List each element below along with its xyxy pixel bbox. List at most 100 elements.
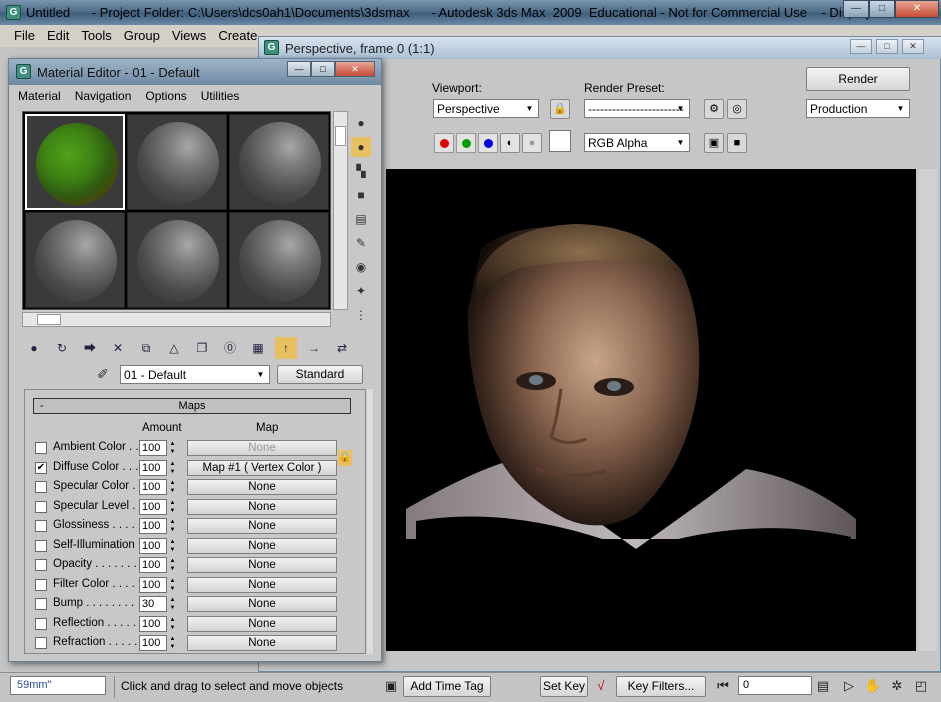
show-map-icon[interactable]: ⓪ — [219, 337, 241, 359]
display-toggle-icon[interactable]: ▣ — [704, 133, 724, 153]
menu-material[interactable]: Material — [11, 86, 68, 107]
put-to-scene-icon[interactable]: ↻ — [51, 337, 73, 359]
map-slot-button[interactable]: None — [187, 537, 337, 554]
scroll-thumb[interactable] — [37, 314, 61, 325]
production-dropdown[interactable]: Production ▼ — [806, 99, 910, 118]
map-enable-checkbox[interactable] — [35, 500, 47, 513]
put-to-library-icon[interactable]: △ — [163, 337, 185, 359]
map-slot-button[interactable]: None — [187, 557, 337, 573]
material-editor-maximize-button[interactable]: □ — [311, 61, 335, 77]
lock-icon[interactable]: 🔒 — [338, 450, 352, 466]
map-amount-field[interactable]: 100 — [139, 498, 167, 515]
environment-icon[interactable]: ◎ — [727, 99, 747, 119]
amount-spinner[interactable]: ▲ ▼ — [168, 557, 177, 573]
select-by-material-icon[interactable]: ✦ — [351, 281, 371, 301]
amount-spinner[interactable]: ▲ ▼ — [168, 635, 177, 651]
render-button[interactable]: Render — [806, 67, 910, 91]
menu-edit[interactable]: Edit — [41, 25, 75, 47]
eyedropper-icon[interactable]: ✐ — [97, 366, 109, 383]
map-amount-field[interactable]: 100 — [139, 537, 167, 554]
time-config-icon[interactable]: ▤ — [812, 675, 834, 697]
map-amount-field[interactable]: 100 — [139, 557, 167, 573]
map-amount-field[interactable]: 100 — [139, 518, 167, 534]
material-editor-minimize-button[interactable]: — — [287, 61, 311, 77]
go-sibling-icon[interactable]: ⇄ — [331, 337, 353, 359]
channel-dropdown[interactable]: RGB Alpha ▼ — [584, 133, 690, 152]
current-frame-field[interactable]: 0 — [738, 676, 812, 695]
menu-views[interactable]: Views — [166, 25, 212, 47]
map-amount-field[interactable]: 30 — [139, 596, 167, 612]
amount-spinner[interactable]: ▲ ▼ — [168, 616, 177, 632]
map-amount-field[interactable]: 100 — [139, 615, 167, 632]
green-channel-toggle[interactable] — [456, 133, 476, 153]
sample-slot-6[interactable] — [229, 212, 329, 308]
video-color-check-icon[interactable]: ▤ — [351, 209, 371, 229]
key-filters-button[interactable]: Key Filters... — [616, 676, 706, 697]
material-name-dropdown[interactable]: 01 - Default ▼ — [120, 365, 270, 384]
map-slot-button[interactable]: None — [187, 440, 337, 456]
map-slot-button[interactable]: None — [187, 635, 337, 651]
render-frame-close-button[interactable]: ✕ — [902, 39, 924, 54]
map-enable-checkbox[interactable] — [35, 637, 47, 649]
show-end-result-icon[interactable]: ▦ — [247, 337, 269, 359]
close-button[interactable]: ✕ — [895, 0, 939, 18]
go-to-parent-icon[interactable]: ↑ — [275, 337, 297, 359]
sample-slot-5[interactable] — [127, 212, 227, 308]
map-slot-button[interactable]: None — [187, 518, 337, 534]
make-unique-icon[interactable]: ⧉ — [135, 337, 157, 359]
material-editor-close-button[interactable]: ✕ — [335, 61, 375, 77]
play-icon[interactable]: ▷ — [838, 675, 860, 697]
amount-spinner[interactable]: ▲ ▼ — [168, 479, 177, 495]
go-forward-icon[interactable]: → — [303, 337, 325, 359]
material-effects-icon[interactable]: ❐ — [191, 337, 213, 359]
map-slot-button[interactable]: Map #1 ( Vertex Color ) — [187, 459, 337, 476]
map-amount-field[interactable]: 100 — [139, 635, 167, 651]
material-type-button[interactable]: Standard — [277, 365, 363, 384]
backlight-icon[interactable]: ● — [351, 137, 371, 157]
map-slot-button[interactable]: None — [187, 479, 337, 495]
map-amount-field[interactable]: 100 — [139, 440, 167, 456]
menu-group[interactable]: Group — [118, 25, 166, 47]
assign-material-icon[interactable]: ⮕ — [79, 337, 101, 359]
map-slot-button[interactable]: None — [187, 498, 337, 515]
map-enable-checkbox[interactable] — [35, 598, 47, 610]
sample-slot-3[interactable] — [229, 114, 329, 210]
scroll-thumb[interactable] — [335, 126, 346, 146]
sample-type-icon[interactable]: ● — [351, 113, 371, 133]
pan-hand-icon[interactable]: ✋ — [862, 675, 884, 697]
options-icon[interactable]: ◉ — [351, 257, 371, 277]
amount-spinner[interactable]: ▲ ▼ — [168, 460, 177, 476]
render-setup-icon[interactable]: ⚙ — [704, 99, 724, 119]
reset-map-icon[interactable]: ✕ — [107, 337, 129, 359]
coordinate-field[interactable]: 59mm" — [10, 676, 106, 695]
go-to-start-icon[interactable]: ⏮ — [712, 675, 734, 697]
blue-channel-toggle[interactable] — [478, 133, 498, 153]
add-time-tag-button[interactable]: Add Time Tag — [403, 676, 491, 697]
map-amount-field[interactable]: 100 — [139, 459, 167, 476]
key-mode-icon[interactable]: √ — [590, 675, 612, 697]
maximize-button[interactable]: □ — [869, 0, 895, 18]
map-enable-checkbox[interactable] — [35, 520, 47, 532]
lock-icon[interactable]: 🔒 — [550, 99, 570, 119]
mono-icon[interactable]: ● — [522, 133, 542, 153]
map-slot-button[interactable]: None — [187, 576, 337, 593]
map-enable-checkbox[interactable]: ✔ — [35, 461, 47, 474]
background-color-swatch[interactable] — [549, 130, 571, 152]
map-enable-checkbox[interactable] — [35, 617, 47, 630]
menu-navigation[interactable]: Navigation — [68, 86, 139, 107]
alpha-display-icon[interactable]: ■ — [727, 133, 747, 153]
map-slot-button[interactable]: None — [187, 596, 337, 612]
map-enable-checkbox[interactable] — [35, 578, 47, 591]
menu-tools[interactable]: Tools — [75, 25, 117, 47]
render-frame-maximize-button[interactable]: □ — [876, 39, 898, 54]
amount-spinner[interactable]: ▲ ▼ — [168, 440, 177, 456]
sample-uv-icon[interactable]: ■ — [351, 185, 371, 205]
amount-spinner[interactable]: ▲ ▼ — [168, 499, 177, 515]
slots-vertical-scrollbar[interactable] — [333, 111, 348, 310]
amount-spinner[interactable]: ▲ ▼ — [168, 518, 177, 534]
map-slot-button[interactable]: None — [187, 615, 337, 632]
material-editor-scrollbar[interactable] — [367, 389, 373, 654]
minimize-button[interactable]: — — [843, 0, 869, 18]
amount-spinner[interactable]: ▲ ▼ — [168, 596, 177, 612]
maps-rollout-header[interactable]: - Maps — [33, 398, 351, 414]
